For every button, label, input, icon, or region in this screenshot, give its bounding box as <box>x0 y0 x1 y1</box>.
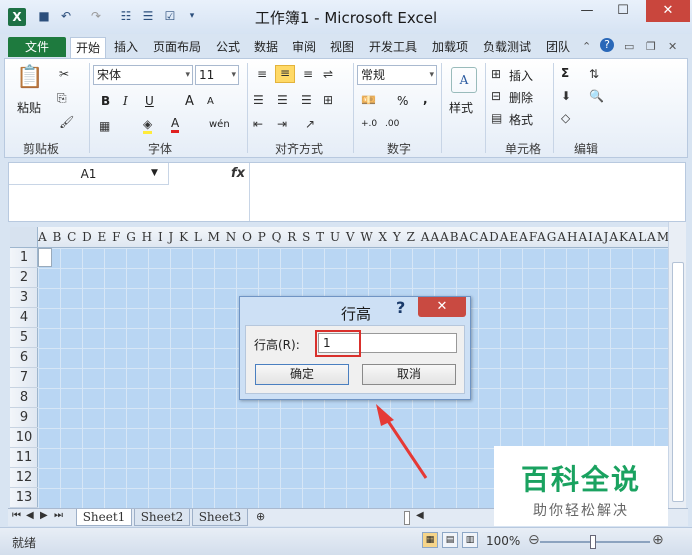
watermark: 百科全说 助你轻松解决 <box>494 446 668 526</box>
watermark-title: 百科全说 <box>520 463 641 496</box>
excel-window: X ■ ↶ ↷ ☷ ☰ ☑ ▾ 工作簿1 - Microsoft Excel —… <box>0 0 692 555</box>
watermark-subtitle: 助你轻松解决 <box>533 503 629 519</box>
